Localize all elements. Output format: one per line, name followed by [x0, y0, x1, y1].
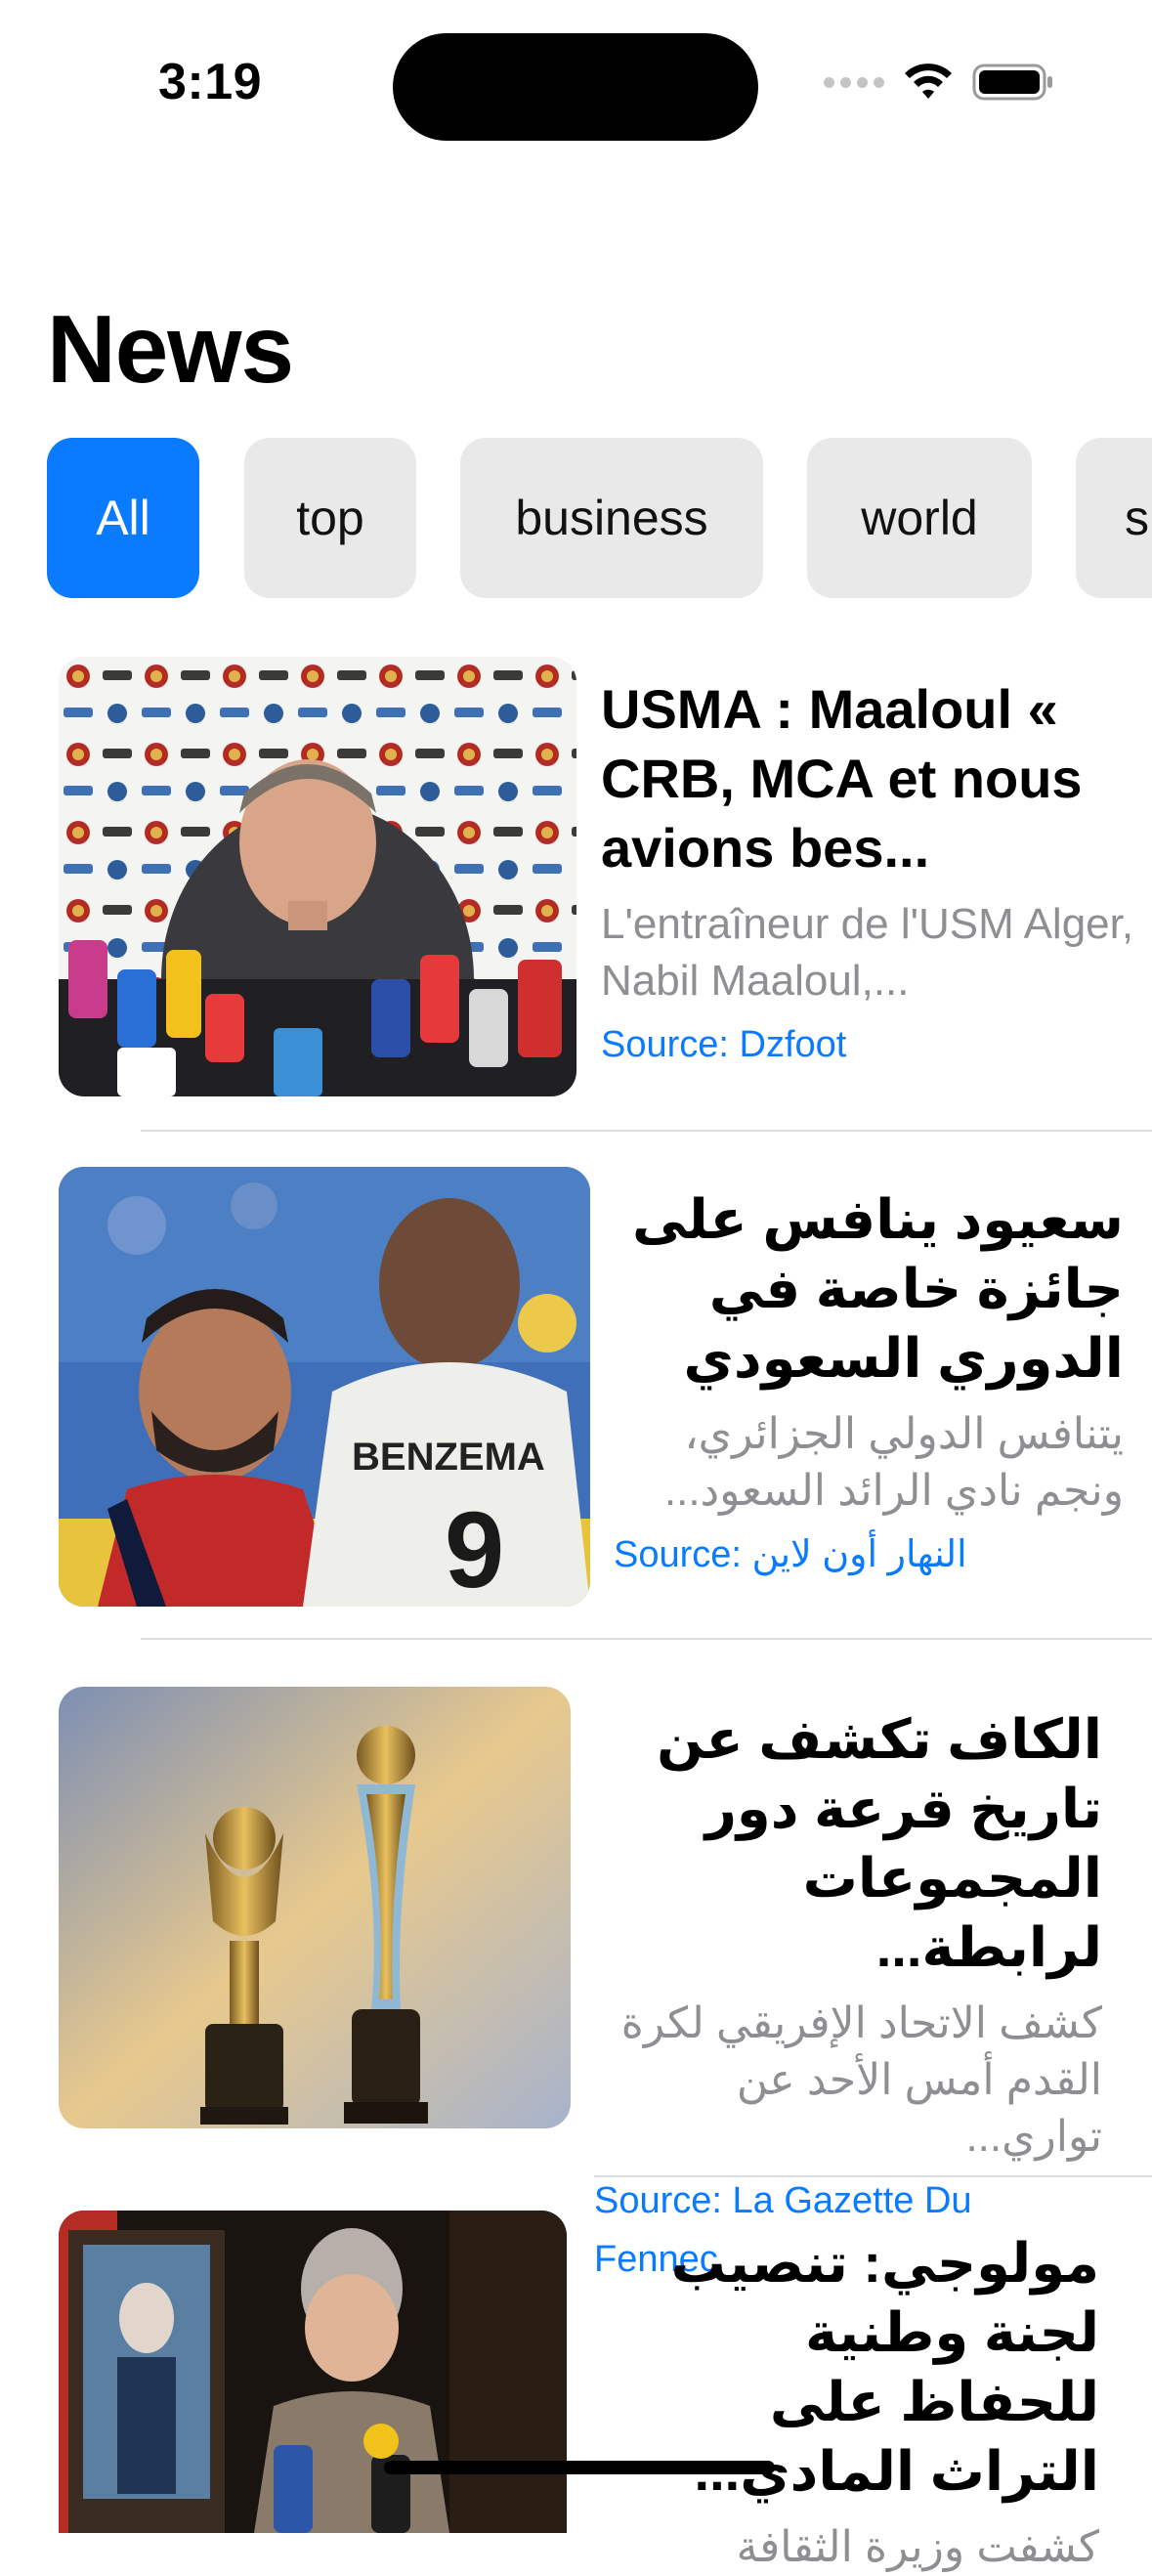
- chip-all[interactable]: All: [47, 438, 199, 598]
- news-row[interactable]: BENZEMA 9 سعيود ينافس على جائزة خاصة في …: [59, 1167, 1152, 1607]
- article-source[interactable]: Source: النهار أون لاين: [614, 1525, 1124, 1584]
- row-divider: [141, 1130, 1152, 1132]
- battery-icon: [972, 64, 1052, 101]
- chip-top[interactable]: top: [244, 438, 416, 598]
- svg-text:9: 9: [445, 1490, 504, 1607]
- chip-label: business: [515, 491, 708, 545]
- chip-label: top: [296, 491, 364, 545]
- signal-dots-icon: [824, 76, 884, 88]
- article-summary: كشفت وزيرة الثقافة: [736, 2523, 1099, 2571]
- article-title: USMA : Maaloul « CRB, MCA et nous avions…: [601, 678, 1083, 879]
- status-icons: [824, 63, 1054, 102]
- article-summary: كشف الاتحاد الإفريقي لكرة القدم أمس الأح…: [620, 1999, 1102, 2161]
- article-source[interactable]: Source: Dzfoot: [601, 1015, 1152, 1074]
- article-thumbnail: [59, 657, 576, 1096]
- row-divider: [594, 2175, 1152, 2177]
- chip-label: sp: [1125, 491, 1152, 545]
- chip-label: All: [96, 491, 150, 545]
- article-summary: L'entraîneur de l'USM Alger, Nabil Maalo…: [601, 900, 1134, 1005]
- status-time: 3:19: [158, 54, 263, 110]
- row-divider: [141, 1638, 1152, 1640]
- home-indicator: [384, 2461, 775, 2474]
- news-row[interactable]: مولوجي: تنصيب لجنة وطنية للحفاظ على التر…: [59, 2211, 1152, 2571]
- article-text: USMA : Maaloul « CRB, MCA et nous avions…: [601, 657, 1152, 1074]
- article-text: الكاف تكشف عن تاريخ قرعة دور المجموعات ل…: [594, 1687, 1102, 2289]
- article-thumbnail: [59, 1687, 571, 2128]
- article-title: الكاف تكشف عن تاريخ قرعة دور المجموعات ل…: [657, 1708, 1102, 1978]
- category-chips[interactable]: All top business world sp: [47, 438, 1152, 598]
- news-row[interactable]: الكاف تكشف عن تاريخ قرعة دور المجموعات ل…: [59, 1687, 1152, 2280]
- article-thumbnail: [59, 2211, 567, 2533]
- article-text: سعيود ينافس على جائزة خاصة في الدوري الس…: [614, 1167, 1124, 1584]
- article-thumbnail: BENZEMA 9: [59, 1167, 590, 1607]
- chip-sports[interactable]: sp: [1076, 438, 1152, 598]
- page-title: News: [47, 295, 294, 403]
- chip-label: world: [861, 491, 978, 545]
- news-row[interactable]: USMA : Maaloul « CRB, MCA et nous avions…: [59, 657, 1152, 1098]
- wifi-icon: [905, 64, 952, 99]
- dynamic-island: [393, 33, 758, 141]
- article-title: سعيود ينافس على جائزة خاصة في الدوري الس…: [631, 1188, 1124, 1389]
- article-text: مولوجي: تنصيب لجنة وطنية للحفاظ على التر…: [591, 2211, 1099, 2576]
- status-bar: 3:19: [0, 0, 1152, 166]
- chip-business[interactable]: business: [460, 438, 763, 598]
- article-summary: يتنافس الدولي الجزائري، ونجم نادي الرائد…: [663, 1410, 1124, 1515]
- chip-world[interactable]: world: [807, 438, 1032, 598]
- svg-text:BENZEMA: BENZEMA: [352, 1436, 545, 1479]
